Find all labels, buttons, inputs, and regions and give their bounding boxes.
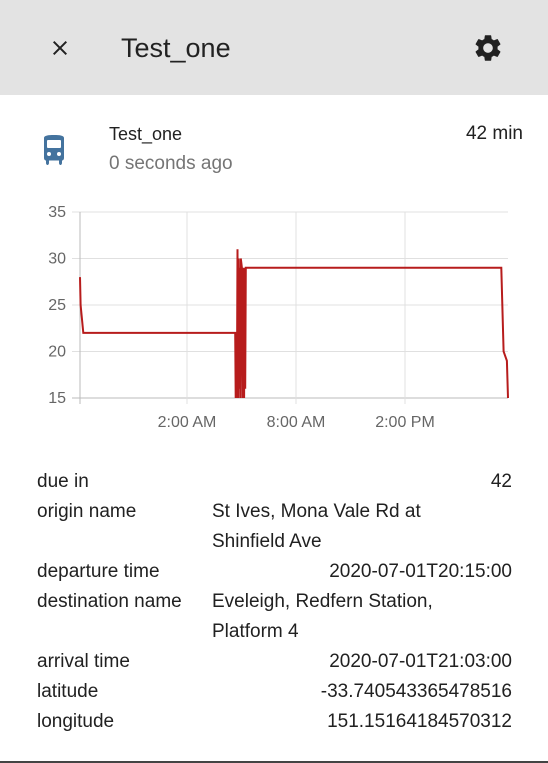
attribute-key: destination name: [37, 591, 182, 612]
attribute-value-line: 151.15164184570312: [327, 711, 512, 732]
attribute-value-line: Platform 4: [212, 621, 299, 642]
attribute-key: origin name: [37, 501, 137, 522]
x-tick-label: 2:00 AM: [158, 414, 217, 431]
attribute-value-line: 2020-07-01T21:03:00: [329, 651, 512, 672]
attribute-key: latitude: [37, 681, 99, 702]
attribute-value-line: -33.740543365478516: [320, 681, 512, 702]
attribute-value: 42: [491, 467, 512, 497]
attribute-value-line: Shinfield Ave: [212, 531, 322, 552]
settings-button[interactable]: [467, 27, 509, 69]
y-tick-label: 35: [48, 204, 66, 221]
close-icon: [53, 41, 67, 55]
y-axis-ticks: 35 30 25 20 15: [48, 204, 66, 407]
attribute-row: destination name Eveleigh, Redfern Statio…: [37, 587, 512, 647]
attribute-value-line: St Ives, Mona Vale Rd at: [212, 501, 421, 522]
last-changed: 0 seconds ago: [109, 153, 233, 174]
dialog-title: Test_one: [121, 33, 231, 63]
chart-grid: [72, 211, 508, 404]
attribute-value-line: 2020-07-01T20:15:00: [329, 561, 512, 582]
attribute-value-line: Eveleigh, Redfern Station,: [212, 591, 433, 612]
entity-name: Test_one: [109, 124, 183, 144]
attribute-row: departure time 2020-07-01T20:15:00: [37, 557, 512, 587]
attribute-value: Eveleigh, Redfern Station, Platform 4: [212, 587, 512, 647]
y-tick-label: 25: [48, 297, 66, 314]
attribute-row: longitude 151.15164184570312: [37, 707, 512, 737]
bus-icon: [40, 135, 68, 165]
series-line: [79, 249, 509, 399]
close-button[interactable]: [40, 28, 80, 68]
y-tick-label: 30: [48, 251, 66, 268]
attribute-key: due in: [37, 471, 89, 492]
x-tick-label: 8:00 AM: [267, 414, 326, 431]
attribute-value-line: 42: [490, 471, 512, 492]
attribute-row: latitude -33.740543365478516: [37, 677, 512, 707]
attributes-table: due in 42 origin name St Ives, Mona Vale Rd…: [37, 467, 512, 737]
gear-icon: [475, 35, 501, 61]
attribute-value: 2020-07-01T20:15:00: [329, 557, 512, 587]
dialog-header: Test_one: [0, 0, 548, 95]
attribute-row: arrival time 2020-07-01T21:03:00: [37, 647, 512, 677]
entity-state: 42 min: [465, 123, 523, 144]
attribute-row: due in 42: [37, 467, 512, 497]
attribute-key: departure time: [37, 561, 160, 582]
attribute-value: 2020-07-01T21:03:00: [329, 647, 512, 677]
attribute-key: arrival time: [37, 651, 130, 672]
history-chart: 35 30 25 20 15 2:00 AM 8:00 AM 2:00 PM: [48, 204, 509, 431]
x-tick-label: 2:00 PM: [375, 414, 435, 431]
attribute-value: St Ives, Mona Vale Rd at Shinfield Ave: [212, 497, 512, 557]
attribute-value: -33.740543365478516: [321, 677, 512, 707]
attribute-key: longitude: [37, 711, 115, 732]
y-tick-label: 20: [48, 344, 66, 361]
attribute-value: 151.15164184570312: [327, 707, 512, 737]
y-tick-label: 15: [48, 390, 66, 407]
x-axis-ticks: 2:00 AM 8:00 AM 2:00 PM: [158, 414, 435, 431]
attribute-row: origin name St Ives, Mona Vale Rd at Shinf…: [37, 497, 512, 557]
